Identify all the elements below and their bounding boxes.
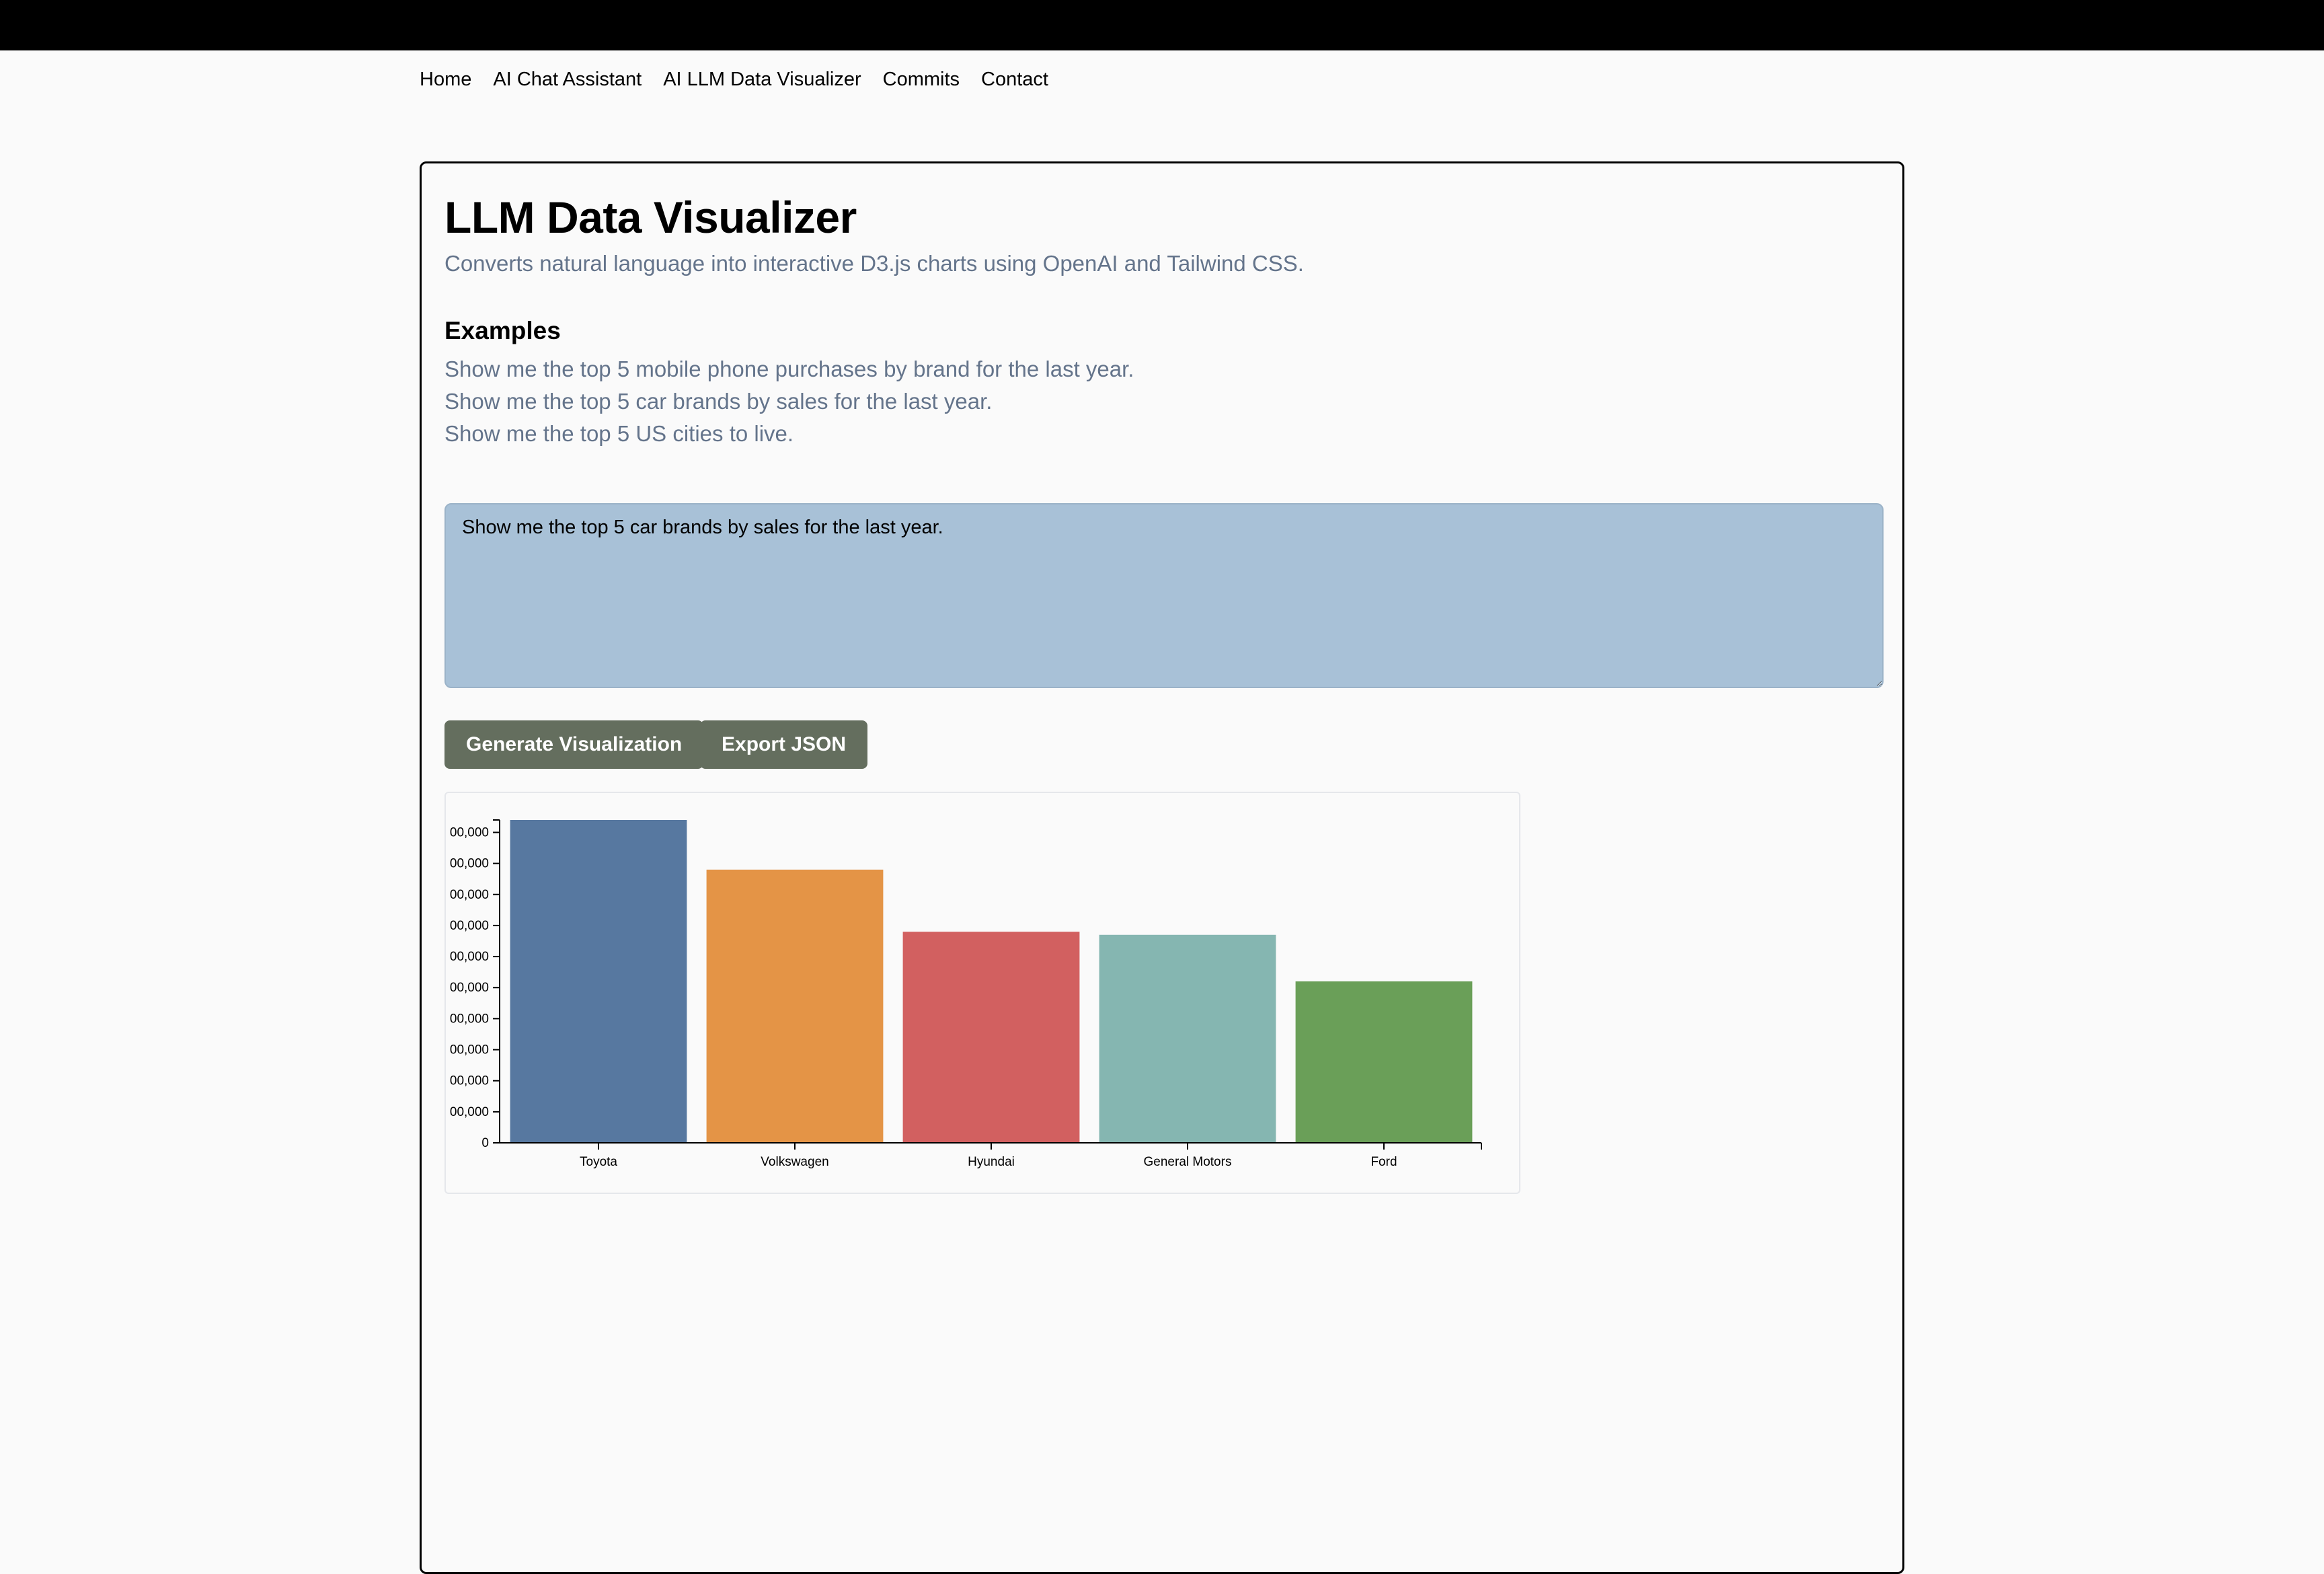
y-tick-label: 00,000: [450, 950, 489, 964]
y-tick-label: 0: [481, 1136, 489, 1150]
generate-visualization-button[interactable]: Generate Visualization: [444, 720, 704, 769]
x-tick-label: Toyota: [580, 1155, 617, 1169]
export-json-button[interactable]: Export JSON: [700, 720, 868, 769]
nav-ai-chat-assistant[interactable]: AI Chat Assistant: [493, 69, 642, 91]
y-tick-label: 00,000: [450, 857, 489, 871]
y-tick-label: 00,000: [450, 1043, 489, 1057]
example-item[interactable]: Show me the top 5 mobile phone purchases…: [444, 353, 1134, 385]
chart-bar: [1099, 934, 1276, 1143]
nav-commits[interactable]: Commits: [883, 69, 960, 91]
page-title: LLM Data Visualizer: [444, 192, 857, 242]
examples-list: Show me the top 5 mobile phone purchases…: [444, 353, 1134, 450]
y-tick-label: 00,000: [450, 1105, 489, 1119]
main-nav: Home AI Chat Assistant AI LLM Data Visua…: [420, 65, 1048, 94]
chart-bar: [510, 820, 687, 1143]
nav-home[interactable]: Home: [420, 69, 471, 91]
chart-container: 0 00,000 00,000 00,000 00,000 00,000 00,000 00,…: [444, 792, 1520, 1194]
example-item[interactable]: Show me the top 5 US cities to live.: [444, 418, 1134, 450]
y-tick-label: 00,000: [450, 888, 489, 902]
page-subtitle: Converts natural language into interacti…: [444, 251, 1304, 276]
example-item[interactable]: Show me the top 5 car brands by sales fo…: [444, 385, 1134, 418]
visualizer-card: LLM Data Visualizer Converts natural lan…: [420, 161, 1904, 1574]
bar-chart: 0 00,000 00,000 00,000 00,000 00,000 00,000 00,…: [450, 819, 1482, 1169]
x-tick-label: Ford: [1370, 1155, 1397, 1169]
chart-bar: [1295, 981, 1473, 1143]
y-tick-label: 00,000: [450, 919, 489, 933]
y-tick-label: 00,000: [450, 981, 489, 995]
examples-heading: Examples: [444, 317, 561, 344]
nav-contact[interactable]: Contact: [981, 69, 1048, 91]
x-tick-label: General Motors: [1144, 1155, 1232, 1169]
top-bar: [0, 0, 2324, 50]
chart-bar: [706, 869, 884, 1143]
y-tick-label: 00,000: [450, 825, 489, 839]
chart-bar: [902, 932, 1080, 1143]
nav-ai-llm-data-visualizer[interactable]: AI LLM Data Visualizer: [663, 69, 861, 91]
prompt-textarea[interactable]: [444, 503, 1884, 688]
x-tick-label: Volkswagen: [761, 1155, 828, 1169]
x-tick-label: Hyundai: [968, 1155, 1015, 1169]
y-tick-label: 00,000: [450, 1012, 489, 1026]
y-tick-label: 00,000: [450, 1074, 489, 1088]
